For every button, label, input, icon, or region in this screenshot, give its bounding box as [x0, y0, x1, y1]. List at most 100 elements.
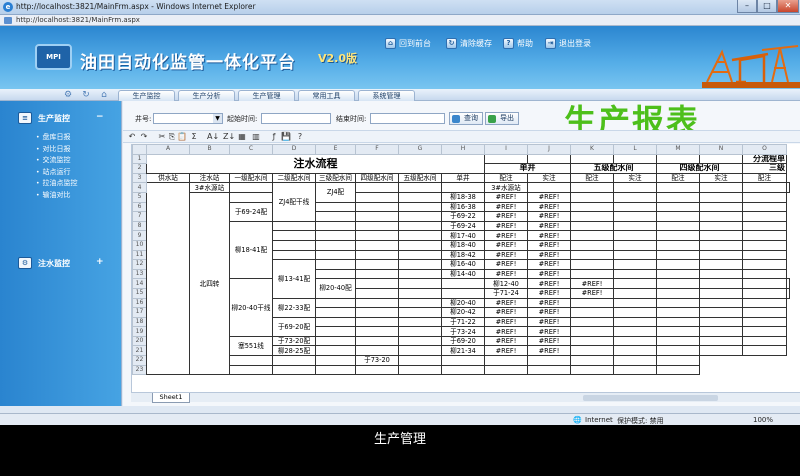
column-title[interactable]: 一级配水间 [229, 172, 273, 184]
well-cell[interactable]: 于73-24 [441, 326, 485, 337]
row-header[interactable]: 12 [132, 259, 147, 270]
sheet-cell[interactable] [786, 287, 790, 299]
sheet-cell[interactable] [656, 316, 700, 328]
sheet-cell[interactable] [656, 335, 700, 347]
help-link[interactable]: ? 帮助 [503, 38, 533, 49]
ref-cell[interactable]: #REF! [484, 230, 528, 241]
format-icon[interactable]: ▦ [237, 132, 247, 142]
sheet-cell[interactable] [229, 355, 273, 366]
sheet-cell[interactable] [315, 230, 356, 241]
sheet-cell[interactable] [355, 268, 399, 280]
address-bar[interactable]: http://localhost:3821/MainFrm.aspx [0, 15, 800, 26]
sheet-cell[interactable] [355, 249, 399, 261]
ref-cell[interactable]: #REF! [527, 211, 571, 222]
sheet-cell[interactable] [398, 335, 442, 347]
sheet-cell[interactable] [699, 307, 743, 318]
sheet-cell[interactable] [613, 364, 657, 376]
sheet-cell[interactable] [656, 239, 700, 251]
sheet-cell[interactable] [656, 220, 700, 232]
sheet-cell[interactable] [527, 355, 571, 366]
sheet-cell[interactable] [570, 249, 614, 261]
ref-cell[interactable]: #REF! [527, 287, 571, 299]
sheet-cell[interactable] [613, 182, 657, 193]
level2-cell[interactable]: 于73-20配 [272, 335, 316, 347]
sheet-cell[interactable] [398, 297, 442, 309]
sheet-cell[interactable] [355, 335, 399, 347]
sheet-cell[interactable] [355, 307, 399, 318]
sheet-cell[interactable] [398, 201, 442, 213]
sheet-cell[interactable] [613, 268, 657, 280]
sheet-cell[interactable] [656, 182, 700, 193]
ref-cell[interactable]: #REF! [484, 316, 528, 328]
expand-toggle[interactable]: + [96, 257, 104, 267]
column-title[interactable]: 供水站 [146, 172, 190, 184]
sheet-cell[interactable] [315, 345, 356, 357]
well-cell[interactable]: 柳16-38 [441, 201, 485, 213]
sheet-cell[interactable] [656, 307, 700, 318]
sheet-cell[interactable] [272, 230, 316, 241]
sheet-cell[interactable] [570, 211, 614, 222]
sheet-cell[interactable] [613, 278, 657, 289]
ref-cell[interactable]: #REF! [570, 278, 614, 289]
flow-title[interactable]: 注水流程 [146, 153, 485, 174]
sheet-cell[interactable] [656, 364, 700, 376]
well-cell[interactable]: 柳18-42 [441, 249, 485, 261]
row-header[interactable]: 4 [132, 182, 147, 193]
sheet-cell[interactable] [656, 345, 700, 357]
sheet-cell[interactable] [613, 345, 657, 357]
sheet-cell[interactable] [355, 182, 399, 193]
ref-cell[interactable]: #REF! [484, 326, 528, 337]
sheet-cell[interactable] [699, 259, 743, 270]
sub-header[interactable]: 配注 [570, 172, 614, 184]
sheet-cell[interactable] [570, 153, 614, 165]
sheet-cell[interactable] [656, 287, 700, 299]
sheet-cell[interactable] [398, 211, 442, 222]
row-header[interactable]: 22 [132, 355, 147, 366]
sheet-cell[interactable] [315, 364, 356, 376]
sheet-cell[interactable] [699, 220, 743, 232]
flow-title-right[interactable]: 分流程单 [742, 153, 787, 165]
sub-header[interactable]: 配注 [656, 172, 700, 184]
well-cell[interactable]: 柳18-38 [441, 191, 485, 203]
sheet-cell[interactable] [315, 249, 356, 261]
level1-cell[interactable]: 塞551线 [229, 335, 273, 357]
sheet-cell[interactable] [527, 364, 571, 376]
sheet-cell[interactable] [398, 220, 442, 232]
row-header[interactable]: 11 [132, 249, 147, 261]
sheet-cell[interactable] [656, 297, 700, 309]
column-header[interactable]: G [398, 144, 442, 155]
sheet-cell[interactable] [355, 211, 399, 222]
ref-cell[interactable] [527, 182, 571, 193]
sheet-cell[interactable] [699, 191, 743, 203]
level2-cell[interactable]: 柳20-40配 [315, 278, 356, 299]
sheet-cell[interactable] [355, 220, 399, 232]
row-header[interactable]: 23 [132, 364, 147, 376]
column-header[interactable]: F [355, 144, 399, 155]
undo-icon[interactable]: ↶ [127, 132, 137, 142]
ref-cell[interactable]: #REF! [484, 345, 528, 357]
sheet-cell[interactable] [613, 287, 657, 299]
sheet-cell[interactable] [699, 345, 743, 357]
sheet-cell[interactable] [441, 287, 485, 299]
sheet-cell[interactable] [570, 297, 614, 309]
sidebar-section-production[interactable]: ≡ 生产监控 − [0, 109, 122, 127]
ref-cell[interactable] [441, 355, 485, 366]
row-header[interactable]: 6 [132, 201, 147, 213]
sheet-cell[interactable] [570, 355, 614, 366]
sheet-cell[interactable] [441, 278, 485, 289]
cut-icon[interactable]: ✂ [157, 132, 167, 142]
well-cell[interactable]: 柳20-42 [441, 307, 485, 318]
well-cell[interactable] [355, 364, 399, 376]
row-header[interactable]: 9 [132, 230, 147, 241]
sheet-cell[interactable] [570, 335, 614, 347]
tab-system-management[interactable]: 系统管理 [358, 90, 415, 101]
sheet-cell[interactable] [398, 326, 442, 337]
well-cell[interactable]: 柳21-34 [441, 345, 485, 357]
row-header[interactable]: 16 [132, 297, 147, 309]
ref-cell[interactable]: #REF! [484, 268, 528, 280]
ref-cell[interactable]: #REF! [527, 297, 571, 309]
sheet-cell[interactable] [656, 268, 700, 280]
sheet-cell[interactable] [272, 249, 316, 261]
sheet-cell[interactable] [570, 345, 614, 357]
start-time-input[interactable] [261, 113, 331, 124]
